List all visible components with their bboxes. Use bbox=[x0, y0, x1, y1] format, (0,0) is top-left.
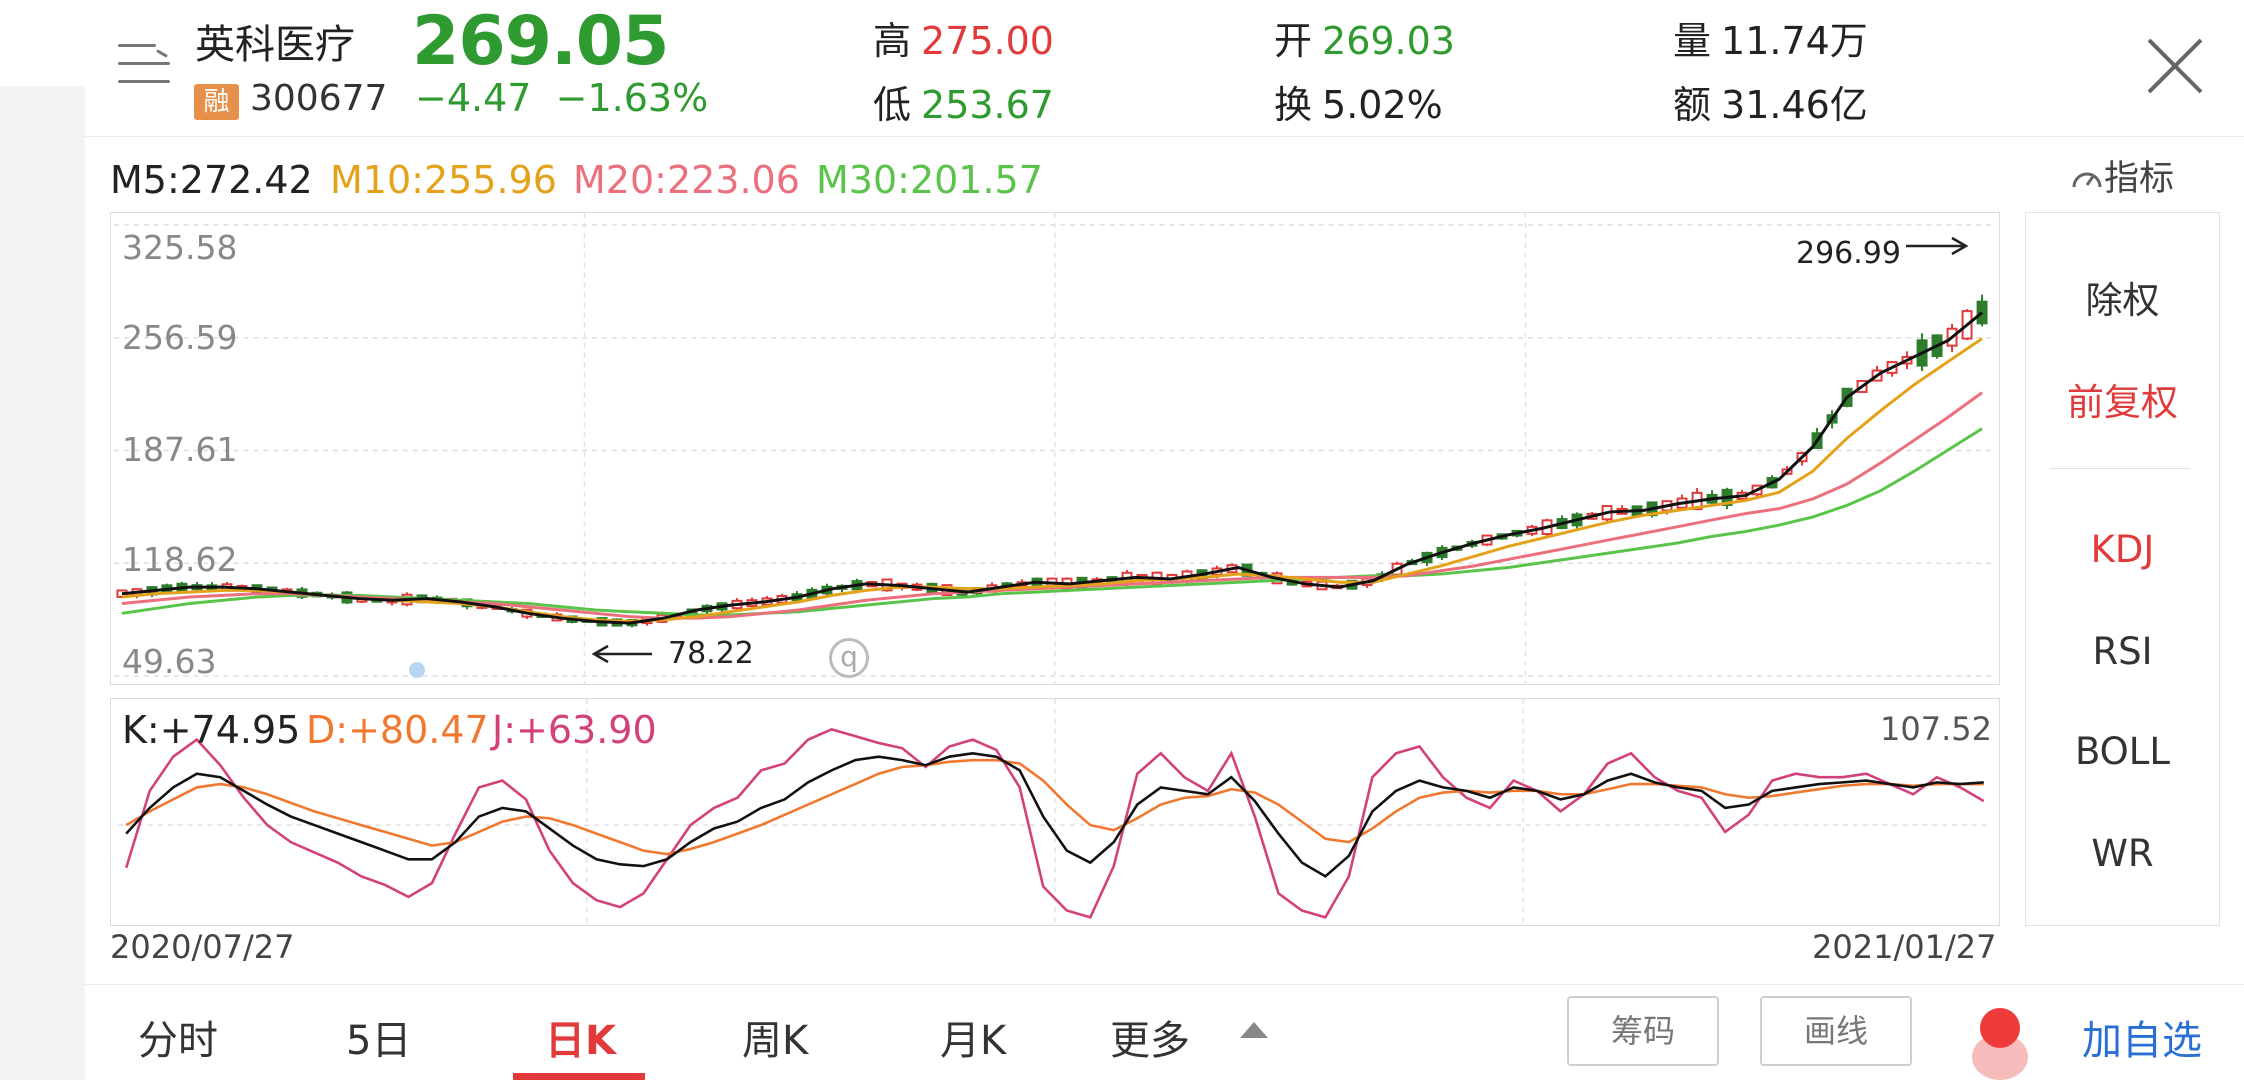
stat-volume: 量 11.74万 bbox=[1673, 19, 1868, 63]
price-change: −4.47 −1.63% bbox=[415, 76, 708, 120]
tab-intraday[interactable]: 分时 bbox=[138, 1008, 218, 1066]
menu-icon[interactable] bbox=[118, 44, 170, 84]
kdj-k-label: K:+74.95 bbox=[122, 708, 301, 752]
kdj-d-label: D:+80.47 bbox=[306, 708, 489, 752]
change-percent: −1.63% bbox=[555, 76, 709, 120]
ma10-label: M10:255.96 bbox=[330, 158, 557, 202]
stock-code: 300677 bbox=[250, 78, 388, 119]
tab-weekly-k[interactable]: 周K bbox=[742, 1008, 808, 1066]
more-arrow-icon[interactable] bbox=[1240, 1022, 1268, 1038]
gauge-icon bbox=[2072, 172, 2102, 188]
change-value: −4.47 bbox=[415, 76, 532, 120]
tab-more[interactable]: 更多 bbox=[1110, 1008, 1190, 1066]
add-watchlist-button[interactable]: 加自选 bbox=[2082, 1008, 2202, 1066]
ma30-label: M30:201.57 bbox=[816, 158, 1043, 202]
stat-high: 高 275.00 bbox=[873, 19, 1054, 63]
y-tick-label: 187.61 bbox=[122, 430, 238, 469]
kdj-j-label: J:+63.90 bbox=[492, 708, 657, 752]
tab-5day[interactable]: 5日 bbox=[346, 1008, 411, 1066]
candles-layer bbox=[116, 294, 1988, 628]
stat-open: 开 269.03 bbox=[1274, 19, 1455, 63]
side-item-rsi[interactable]: RSI bbox=[2025, 630, 2220, 673]
side-item-boll[interactable]: BOLL bbox=[2025, 730, 2220, 773]
max-arrow-icon bbox=[1906, 236, 1968, 256]
y-tick-label: 256.59 bbox=[122, 318, 238, 357]
stat-turnover: 换 5.02% bbox=[1274, 83, 1443, 127]
side-item-ex-rights[interactable]: 除权 bbox=[2025, 270, 2220, 324]
m5-line bbox=[121, 311, 1984, 625]
cursor-dot bbox=[409, 662, 425, 678]
kdj-max-label: 107.52 bbox=[1880, 710, 1992, 748]
draw-line-button[interactable]: 画线 bbox=[1760, 996, 1912, 1066]
quote-header bbox=[85, 0, 2244, 137]
y-tick-label: 49.63 bbox=[122, 642, 217, 681]
indicator-label: 指标 bbox=[2104, 159, 2175, 199]
ma20-label: M20:223.06 bbox=[573, 158, 800, 202]
close-icon[interactable] bbox=[2143, 34, 2207, 98]
stat-amount: 额 31.46亿 bbox=[1673, 83, 1868, 127]
chips-button[interactable]: 筹码 bbox=[1567, 996, 1719, 1066]
active-tab-indicator bbox=[513, 1073, 645, 1080]
stat-low: 低 253.67 bbox=[873, 83, 1054, 127]
max-price-annotation: 296.99 bbox=[1796, 236, 1901, 271]
min-arrow-icon bbox=[592, 644, 652, 664]
candle-body bbox=[1976, 300, 1988, 325]
indicator-button[interactable]: 指标 bbox=[2070, 150, 2174, 201]
last-price: 269.05 bbox=[412, 2, 669, 81]
chart-grid bbox=[113, 213, 1997, 684]
end-date: 2021/01/27 bbox=[1812, 928, 1997, 966]
ma-lines-layer bbox=[121, 311, 1984, 625]
start-date: 2020/07/27 bbox=[110, 928, 295, 966]
tab-daily-k[interactable]: 日K bbox=[545, 1008, 616, 1066]
float-bubble-icon[interactable] bbox=[1980, 1008, 2020, 1048]
ma5-label: M5:272.42 bbox=[110, 158, 313, 202]
side-item-kdj[interactable]: KDJ bbox=[2025, 528, 2220, 571]
tab-monthly-k[interactable]: 月K bbox=[940, 1008, 1006, 1066]
margin-badge: 融 bbox=[194, 84, 239, 120]
side-item-wr[interactable]: WR bbox=[2025, 832, 2220, 875]
left-edge-panel bbox=[0, 86, 85, 1080]
side-divider bbox=[2050, 468, 2190, 469]
stock-name: 英科医疗 bbox=[195, 22, 355, 68]
y-tick-label: 325.58 bbox=[122, 228, 238, 267]
y-tick-label: 118.62 bbox=[122, 540, 238, 579]
kline-chart[interactable] bbox=[110, 212, 2000, 685]
min-price-annotation: 78.22 bbox=[668, 636, 754, 671]
side-item-forward-adjusted[interactable]: 前复权 bbox=[2025, 372, 2220, 426]
watermark-badge: q bbox=[829, 638, 869, 678]
